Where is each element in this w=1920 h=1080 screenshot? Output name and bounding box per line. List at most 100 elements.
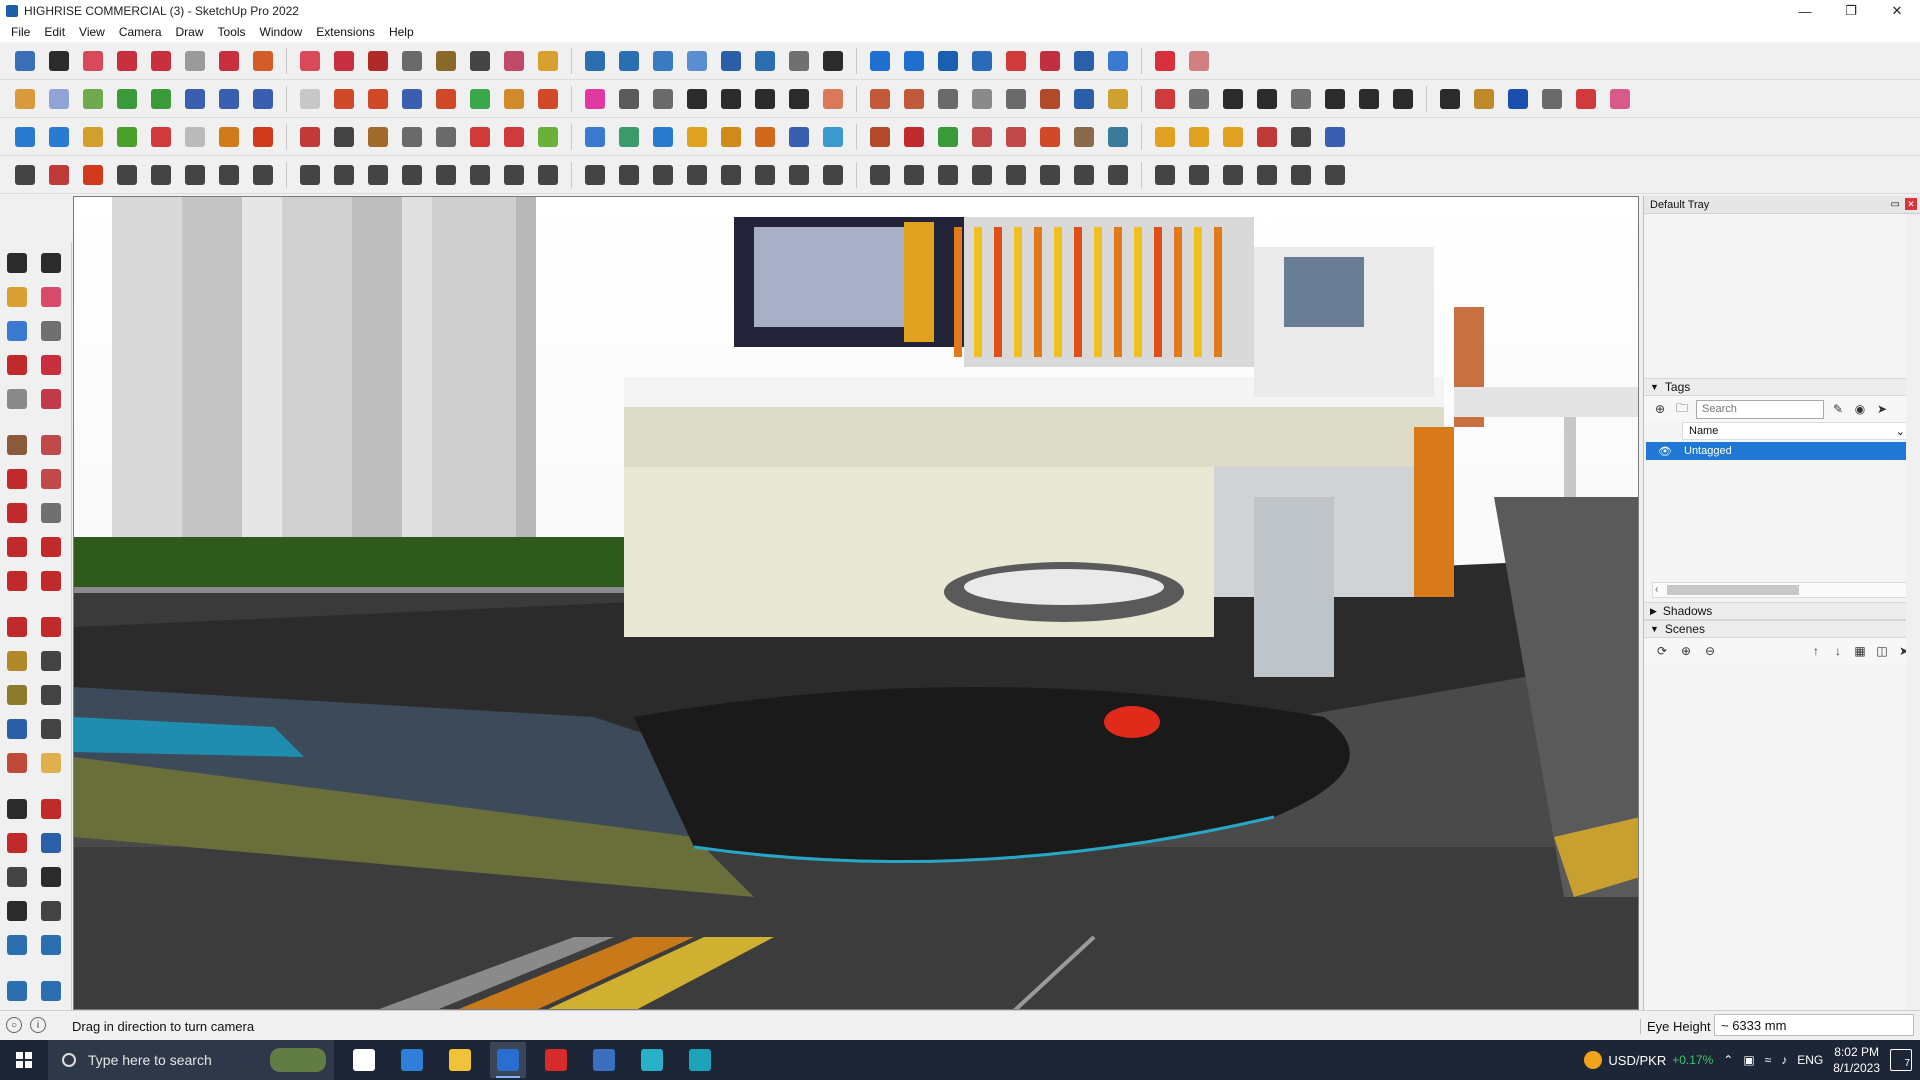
toolbar-tool-icon[interactable] — [580, 122, 610, 152]
color-by-tag-icon[interactable]: ◉ — [1852, 401, 1868, 417]
toolbar-tool-icon[interactable] — [248, 160, 278, 190]
toolbar-tool-icon[interactable] — [431, 122, 461, 152]
toolbar-tool-icon[interactable] — [10, 160, 40, 190]
tag-row[interactable]: 👁 Untagged — [1646, 442, 1912, 460]
toolbar-tool-icon[interactable] — [499, 160, 529, 190]
toolbar-tool-icon[interactable] — [329, 160, 359, 190]
toolbar-tool-icon[interactable] — [465, 122, 495, 152]
toolbar-tool-icon[interactable] — [1435, 84, 1465, 114]
toolbar-tool-icon[interactable] — [1103, 122, 1133, 152]
left-tool-icon[interactable] — [2, 748, 32, 778]
measurements-value[interactable]: ~ 6333 mm — [1714, 1014, 1914, 1036]
toolbar-tool-icon[interactable] — [146, 160, 176, 190]
toolbar-tool-icon[interactable] — [1001, 160, 1031, 190]
toolbar-tool-icon[interactable] — [1388, 84, 1418, 114]
visibility-eye-icon[interactable]: 👁 — [1646, 445, 1684, 458]
tags-horizontal-scrollbar[interactable]: ‹ › — [1652, 582, 1912, 598]
menu-edit[interactable]: Edit — [37, 25, 72, 39]
toolbar-tool-icon[interactable] — [933, 122, 963, 152]
left-tool-icon[interactable] — [36, 532, 66, 562]
left-tool-icon[interactable] — [2, 384, 32, 414]
add-tag-icon[interactable]: ⊕ — [1652, 401, 1668, 417]
toolbar-tool-icon[interactable] — [146, 122, 176, 152]
left-tool-icon[interactable] — [2, 862, 32, 892]
toolbar-tool-icon[interactable] — [1218, 160, 1248, 190]
toolbar-tool-icon[interactable] — [865, 46, 895, 76]
toolbar-tool-icon[interactable] — [180, 160, 210, 190]
left-tool-icon[interactable] — [36, 680, 66, 710]
toolbar-tool-icon[interactable] — [614, 84, 644, 114]
move-down-icon[interactable]: ↓ — [1830, 643, 1846, 659]
details-arrow-icon[interactable]: ➤ — [1874, 401, 1890, 417]
toolbar-tool-icon[interactable] — [648, 122, 678, 152]
toolbar-tool-icon[interactable] — [818, 160, 848, 190]
toolbar-tool-icon[interactable] — [1571, 84, 1601, 114]
wifi-icon[interactable]: ≈ — [1765, 1053, 1772, 1067]
left-tool-icon[interactable] — [36, 862, 66, 892]
toolbar-tool-icon[interactable] — [214, 84, 244, 114]
toolbar-tool-icon[interactable] — [363, 122, 393, 152]
left-tool-icon[interactable] — [36, 748, 66, 778]
tags-column-header[interactable]: Name ⌄ — [1682, 422, 1910, 440]
toolbar-tool-icon[interactable] — [1320, 122, 1350, 152]
toolbar-tool-icon[interactable] — [78, 160, 108, 190]
remove-scene-icon[interactable]: ⊖ — [1702, 643, 1718, 659]
toolbar-tool-icon[interactable] — [716, 46, 746, 76]
notification-center-icon[interactable]: 7 — [1890, 1049, 1912, 1071]
calculator-icon[interactable] — [394, 1042, 430, 1078]
toolbar-tool-icon[interactable] — [1218, 122, 1248, 152]
toolbar-tool-icon[interactable] — [1252, 122, 1282, 152]
toolbar-tool-icon[interactable] — [1001, 122, 1031, 152]
toolbar-tool-icon[interactable] — [682, 122, 712, 152]
tags-search-input[interactable] — [1696, 399, 1824, 419]
left-tool-icon[interactable] — [36, 646, 66, 676]
scroll-left-icon[interactable]: ‹ — [1655, 584, 1658, 595]
toolbar-tool-icon[interactable] — [1035, 84, 1065, 114]
toolbar-tool-icon[interactable] — [112, 46, 142, 76]
toolbar-tool-icon[interactable] — [716, 160, 746, 190]
toolbar-tool-icon[interactable] — [967, 84, 997, 114]
toolbar-tool-icon[interactable] — [865, 122, 895, 152]
file-explorer-icon[interactable] — [442, 1042, 478, 1078]
toolbar-tool-icon[interactable] — [499, 46, 529, 76]
currency-ticker[interactable]: USD/PKR +0.17% — [1584, 1051, 1713, 1069]
toolbar-tool-icon[interactable] — [1103, 160, 1133, 190]
show-hidden-icons-chevron-icon[interactable]: ⌃ — [1723, 1053, 1733, 1067]
toolbar-tool-icon[interactable] — [363, 46, 393, 76]
left-tool-icon[interactable] — [36, 464, 66, 494]
toolbar-tool-icon[interactable] — [78, 84, 108, 114]
network-icon[interactable]: ▣ — [1743, 1053, 1754, 1067]
left-tool-icon[interactable] — [36, 498, 66, 528]
toolbar-tool-icon[interactable] — [431, 160, 461, 190]
toolbar-tool-icon[interactable] — [865, 84, 895, 114]
left-tool-icon[interactable] — [36, 714, 66, 744]
left-tool-icon[interactable] — [2, 464, 32, 494]
toolbar-tool-icon[interactable] — [750, 46, 780, 76]
3dsmax-icon[interactable] — [682, 1042, 718, 1078]
menu-help[interactable]: Help — [382, 25, 421, 39]
toolbar-tool-icon[interactable] — [44, 122, 74, 152]
toolbar-tool-icon[interactable] — [397, 46, 427, 76]
toolbar-tool-icon[interactable] — [1035, 122, 1065, 152]
left-tool-icon[interactable] — [36, 794, 66, 824]
volume-icon[interactable]: ♪ — [1781, 1053, 1787, 1067]
toolbar-tool-icon[interactable] — [44, 84, 74, 114]
tray-vertical-scrollbar[interactable] — [1906, 214, 1920, 1010]
toolbar-tool-icon[interactable] — [214, 46, 244, 76]
menu-window[interactable]: Window — [253, 25, 310, 39]
toolbar-tool-icon[interactable] — [10, 84, 40, 114]
move-up-icon[interactable]: ↑ — [1808, 643, 1824, 659]
menu-tools[interactable]: Tools — [211, 25, 253, 39]
toolbar-tool-icon[interactable] — [899, 46, 929, 76]
toolbar-tool-icon[interactable] — [1150, 122, 1180, 152]
toolbar-tool-icon[interactable] — [818, 46, 848, 76]
toolbar-tool-icon[interactable] — [1150, 160, 1180, 190]
toolbar-tool-icon[interactable] — [78, 122, 108, 152]
toolbar-tool-icon[interactable] — [818, 84, 848, 114]
toolbar-tool-icon[interactable] — [1035, 46, 1065, 76]
left-tool-icon[interactable] — [36, 612, 66, 642]
start-button[interactable] — [0, 1040, 48, 1080]
toolbar-tool-icon[interactable] — [580, 84, 610, 114]
shadows-panel-header[interactable]: ▶ Shadows × — [1644, 602, 1920, 620]
toolbar-tool-icon[interactable] — [10, 122, 40, 152]
